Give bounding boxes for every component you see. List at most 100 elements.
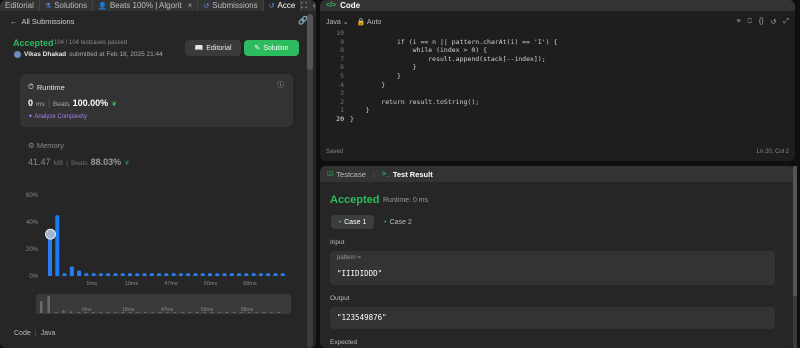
- case-1-tab[interactable]: • Case 1: [331, 215, 374, 229]
- mini-label: 5ms: [82, 307, 92, 313]
- memory-card[interactable]: ⚙ Memory: [28, 141, 64, 150]
- code-area[interactable]: 10 9 if (i == n || pattern.charAt(i) == '…: [320, 29, 795, 133]
- chart-bar: [55, 215, 60, 276]
- test-result-panel: ☑ Testcase | >_ Test Result Accepted Run…: [320, 166, 795, 348]
- info-icon[interactable]: ⓘ: [277, 80, 284, 90]
- line-number: 5: [340, 72, 344, 80]
- mini-label: 50ms: [201, 307, 214, 313]
- line-number: 10: [336, 29, 344, 37]
- leaf-icon: ❦: [111, 101, 118, 108]
- status-dot: •: [338, 218, 342, 226]
- submission-status: Accepted: [13, 38, 54, 48]
- mini-label: 88ms: [241, 307, 254, 313]
- tab-submissions-label: Submissions: [212, 1, 258, 10]
- chart-bar: [273, 273, 278, 276]
- mini-bar: [188, 312, 191, 313]
- mini-bar: [99, 312, 102, 313]
- chart-bar: [84, 273, 89, 276]
- runtime-number: 0: [28, 98, 34, 108]
- runtime-distribution-chart[interactable]: 0% 20% 40% 60% 5ms 10ms 47ms 50ms 88ms: [20, 186, 298, 290]
- mini-bar: [77, 312, 80, 313]
- analyze-complexity-link[interactable]: ✦ Analyze Complexity: [28, 113, 87, 120]
- memory-unit: MB: [53, 160, 64, 167]
- mini-bar: [233, 312, 236, 313]
- edit-icon: ✎: [254, 45, 261, 52]
- memory-number: 41.47: [28, 157, 51, 167]
- mini-bar: [181, 312, 184, 313]
- app-root: Editorial ⚗ Solutions 👤 Beats 100% | Alg…: [0, 0, 800, 348]
- tab-solution-post[interactable]: 👤 Beats 100% | Algorit ×: [93, 0, 199, 11]
- mini-bar: [106, 312, 110, 313]
- line-number: 6: [340, 63, 344, 72]
- solution-button[interactable]: ✎ Solution: [244, 40, 299, 56]
- input-label: Input: [330, 239, 345, 246]
- tab-editorial[interactable]: Editorial: [0, 0, 40, 11]
- user-name[interactable]: Vikas Dhakad: [24, 51, 66, 58]
- scrollbar-thumb[interactable]: [307, 14, 313, 70]
- sparkle-icon: ✦: [28, 114, 34, 120]
- runtime-value: 0 ms | Beats 100.00% ❦: [28, 98, 117, 108]
- chart-bar: [98, 273, 103, 276]
- code-language: Java: [40, 330, 56, 337]
- scrollbar-thumb[interactable]: [793, 166, 797, 296]
- x-tick-label: 50ms: [204, 281, 218, 287]
- chart-bar: [215, 273, 220, 276]
- language-value: Java: [326, 18, 341, 26]
- case-1-label: Case 1: [344, 218, 367, 226]
- chart-bar: [142, 273, 147, 276]
- chart-bar: [251, 273, 256, 276]
- save-status: Saved: [326, 149, 344, 155]
- line-code: }: [350, 106, 370, 115]
- case-2-tab[interactable]: • Case 2: [378, 215, 418, 229]
- code-line[interactable]: 20}: [320, 115, 795, 124]
- submitter-info: Vikas Dhakad submitted at Feb 18, 2025 2…: [14, 51, 163, 58]
- input-box: pattern = "IIIDIDDD": [330, 251, 775, 285]
- collapse-icon[interactable]: ‹: [313, 1, 316, 11]
- reset-icon[interactable]: ↺: [771, 18, 777, 26]
- chart-bar: [106, 273, 111, 276]
- tab-solutions[interactable]: ⚗ Solutions: [40, 0, 94, 11]
- chart-range-slider[interactable]: 5ms 10ms 47ms 50ms 88ms: [36, 294, 291, 314]
- x-tick-label: 47ms: [164, 281, 178, 287]
- expected-label: Expected: [330, 339, 358, 346]
- scrollbar[interactable]: [307, 14, 313, 348]
- back-link[interactable]: ← All Submissions: [10, 17, 74, 26]
- y-tick-label: 0%: [29, 274, 38, 280]
- runtime-label-text: Runtime: [36, 82, 65, 92]
- code-editor-panel: </> Code Java ⌄ 🔒 Auto ≡ ⎕ {} ↺ ⤢ 10 9 if…: [320, 0, 795, 161]
- chart-bar: [266, 273, 271, 276]
- tab-bar: Editorial ⚗ Solutions 👤 Beats 100% | Alg…: [0, 0, 316, 11]
- variable-value: "IIIDIDDD": [337, 269, 383, 278]
- case-2-label: Case 2: [389, 218, 412, 226]
- tab-submissions[interactable]: ↺ Submissions: [198, 0, 264, 11]
- mini-bar: [114, 312, 117, 313]
- memory-beats: 88.03%: [90, 157, 122, 167]
- language-select[interactable]: Java ⌄: [326, 18, 349, 26]
- close-icon[interactable]: ×: [188, 1, 193, 10]
- maximize-icon[interactable]: ⛶: [301, 1, 307, 11]
- tab-accepted[interactable]: ↺ Acce: [263, 0, 302, 11]
- avatar[interactable]: [14, 51, 21, 58]
- bookmark-icon[interactable]: ⎕: [748, 18, 752, 26]
- editorial-button[interactable]: 📖 Editorial: [185, 40, 241, 56]
- scrollbar[interactable]: [793, 166, 797, 348]
- chart-bar: [208, 273, 212, 276]
- tab-accepted-label: Acce: [277, 1, 296, 10]
- chart-bar: [69, 266, 74, 276]
- auto-mode[interactable]: 🔒 Auto: [357, 18, 382, 26]
- format-icon[interactable]: ≡: [737, 18, 741, 26]
- line-code: }: [350, 115, 354, 123]
- chart-bar: [91, 273, 96, 276]
- braces-icon[interactable]: {}: [759, 18, 764, 26]
- result-tabs: ☑ Testcase | >_ Test Result: [320, 166, 795, 182]
- tab-test-result[interactable]: >_ Test Result: [375, 166, 440, 182]
- x-tick-label: 10ms: [125, 281, 139, 287]
- chart-bar: [135, 273, 140, 276]
- chart-bar: [222, 273, 227, 276]
- runtime-card[interactable]: ⏱ Runtime ⓘ 0 ms | Beats 100.00% ❦ ✦ Ana…: [20, 74, 293, 127]
- tab-testcase[interactable]: ☑ Testcase: [320, 166, 373, 182]
- editor-actions: ≡ ⎕ {} ↺ ⤢: [737, 18, 789, 26]
- fullscreen-icon[interactable]: ⤢: [783, 18, 789, 26]
- tab-editorial-label: Editorial: [5, 1, 34, 10]
- line-number: 4: [340, 80, 344, 89]
